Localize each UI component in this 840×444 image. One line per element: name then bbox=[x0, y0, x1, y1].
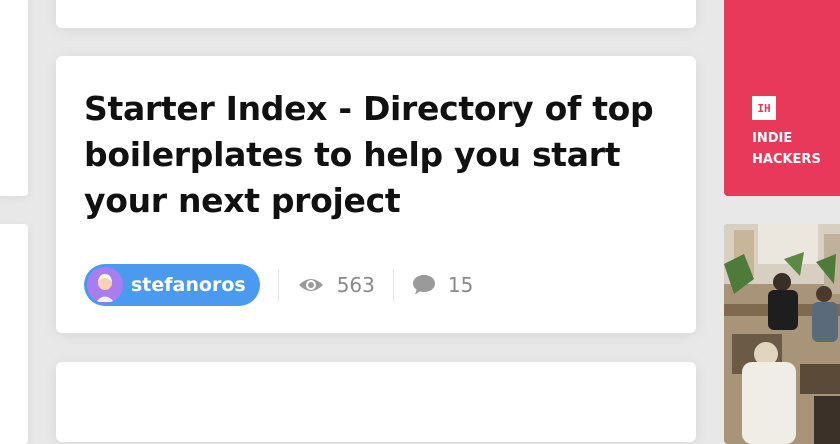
post-meta: stefanoros 563 15 bbox=[84, 264, 473, 306]
speech-bubble-icon bbox=[412, 275, 435, 295]
meta-divider bbox=[277, 269, 279, 301]
post-title[interactable]: Starter Index - Directory of top boilerp… bbox=[84, 86, 684, 224]
next-post-card[interactable] bbox=[56, 362, 696, 442]
avatar bbox=[87, 267, 123, 303]
views-count: 563 bbox=[336, 273, 375, 297]
comments-count: 15 bbox=[447, 273, 474, 297]
left-card-bottom bbox=[0, 224, 28, 444]
post-card[interactable]: Starter Index - Directory of top boilerp… bbox=[56, 56, 696, 333]
indie-hackers-logo: IH bbox=[752, 96, 776, 120]
author-name: stefanoros bbox=[131, 274, 246, 296]
meta-divider bbox=[392, 269, 394, 301]
author-link[interactable]: stefanoros bbox=[84, 264, 260, 306]
indie-hackers-ad[interactable]: IH INDIE HACKERS bbox=[724, 0, 840, 196]
left-card-top bbox=[0, 0, 28, 196]
comments-stat[interactable]: 15 bbox=[412, 273, 473, 297]
indie-hackers-name: INDIE HACKERS bbox=[752, 131, 821, 167]
eye-icon bbox=[298, 279, 323, 291]
cafe-photo[interactable] bbox=[724, 224, 840, 444]
views-stat: 563 bbox=[297, 273, 375, 297]
previous-post-card[interactable] bbox=[56, 0, 696, 28]
